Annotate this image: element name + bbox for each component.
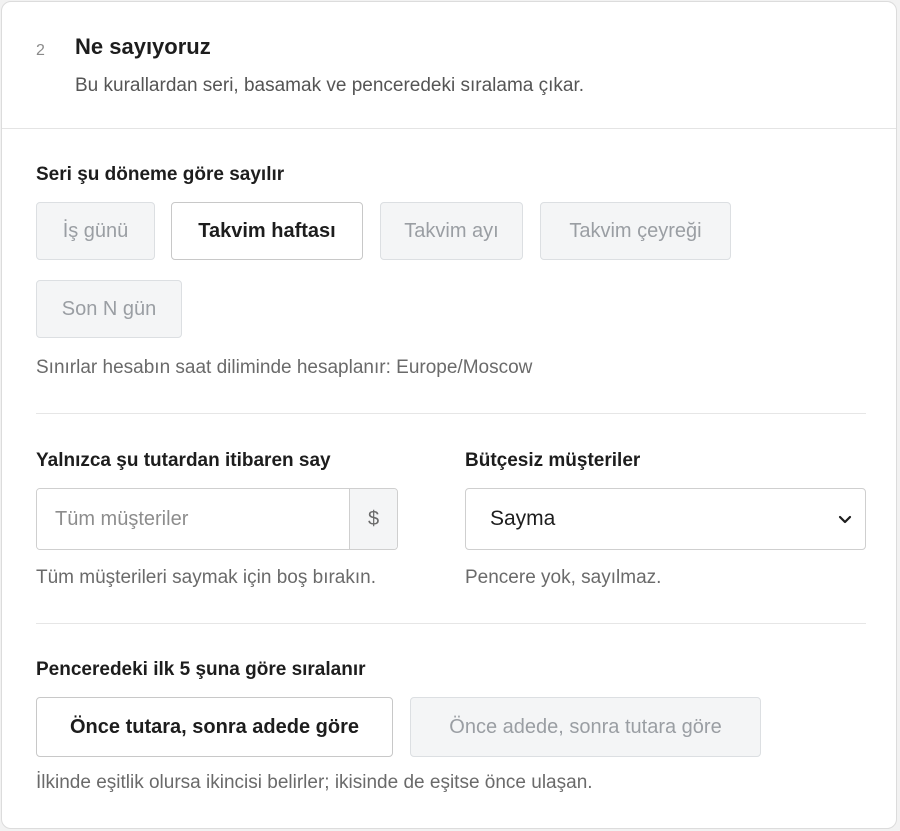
threshold-hint: Tüm müşterileri saymak için boş bırakın. bbox=[36, 567, 376, 588]
no-budget-select[interactable]: Sayma bbox=[465, 488, 866, 550]
ranking-option-count-first[interactable]: Önce adede, sonra tutara göre bbox=[410, 697, 761, 757]
no-budget-select-value: Sayma bbox=[490, 507, 556, 530]
threshold-input-group: $ bbox=[36, 488, 398, 550]
step-header: 2 Ne sayıyoruz Bu kurallardan seri, basa… bbox=[2, 2, 896, 129]
period-option-last-n-days[interactable]: Son N gün bbox=[36, 280, 182, 338]
period-hint: Sınırlar hesabın saat diliminde hesaplan… bbox=[36, 357, 533, 378]
chevron-down-icon bbox=[837, 511, 853, 527]
step-number: 2 bbox=[36, 42, 45, 59]
step-title: Ne sayıyoruz bbox=[75, 34, 211, 59]
ranking-option-amount-first[interactable]: Önce tutara, sonra adede göre bbox=[36, 697, 393, 757]
ranking-hint: İlkinde eşitlik olursa ikincisi belirler… bbox=[36, 772, 593, 793]
no-budget-hint: Pencere yok, sayılmaz. bbox=[465, 567, 662, 588]
period-option-calendar-month[interactable]: Takvim ayı bbox=[380, 202, 523, 260]
threshold-label: Yalnızca şu tutardan itibaren say bbox=[36, 450, 331, 471]
no-budget-label: Bütçesiz müşteriler bbox=[465, 450, 641, 471]
currency-addon: $ bbox=[349, 489, 397, 549]
ranking-label: Penceredeki ilk 5 şuna göre sıralanır bbox=[36, 659, 366, 680]
divider bbox=[36, 413, 866, 414]
divider bbox=[36, 623, 866, 624]
step-subtitle: Bu kurallardan seri, basamak ve pencered… bbox=[75, 75, 585, 96]
period-option-calendar-week[interactable]: Takvim haftası bbox=[171, 202, 363, 260]
period-option-calendar-quarter[interactable]: Takvim çeyreği bbox=[540, 202, 731, 260]
step-card: 2 Ne sayıyoruz Bu kurallardan seri, basa… bbox=[1, 1, 897, 829]
period-option-business-day[interactable]: İş günü bbox=[36, 202, 155, 260]
period-label: Seri şu döneme göre sayılır bbox=[36, 164, 285, 185]
threshold-input[interactable] bbox=[37, 489, 349, 549]
